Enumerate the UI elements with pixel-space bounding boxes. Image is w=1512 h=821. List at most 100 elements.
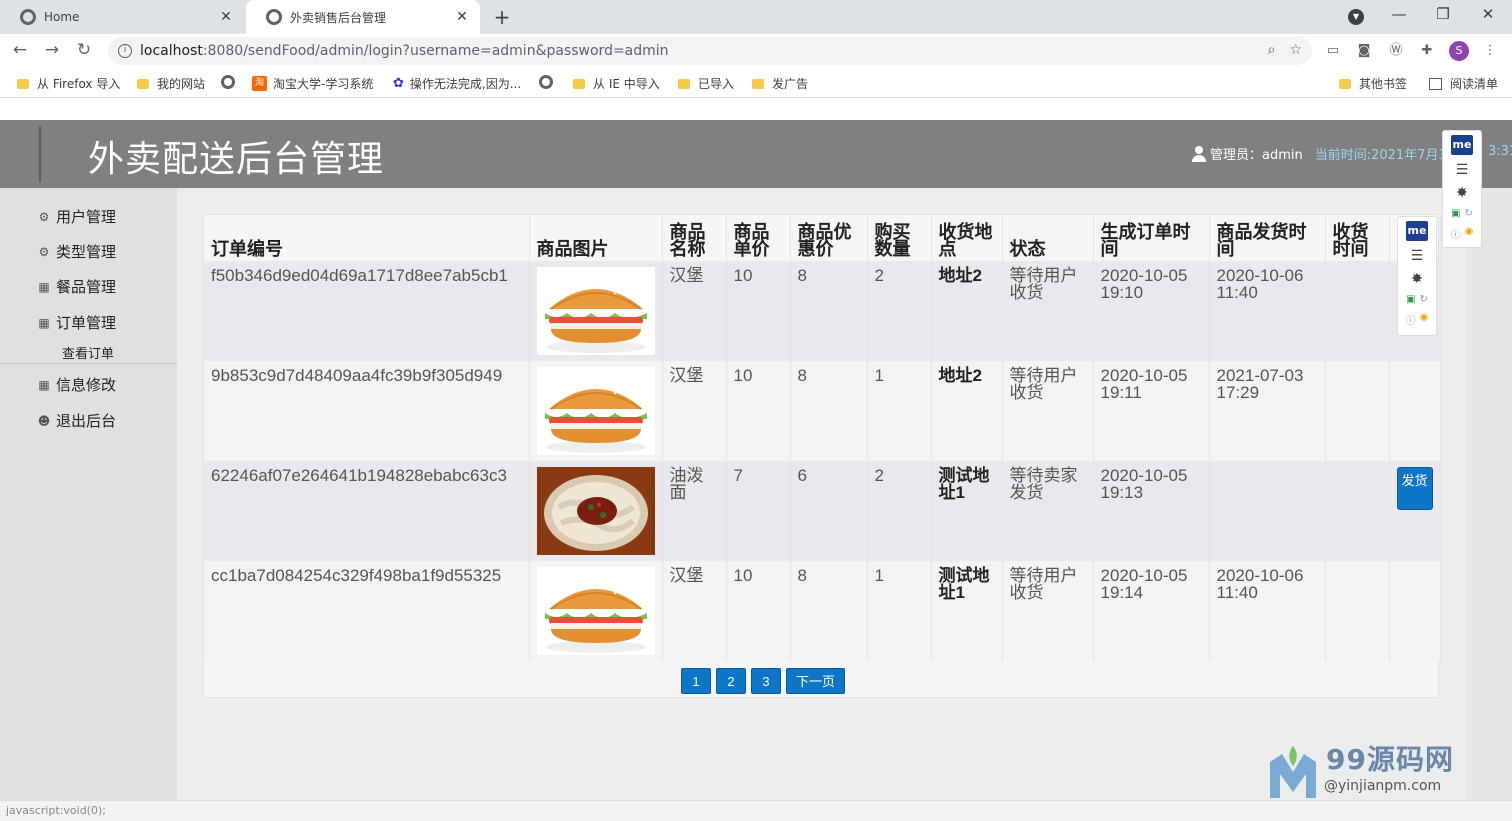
col-created: 生成订单时间 <box>1093 215 1210 261</box>
cell-address: 测试地址1 <box>931 461 1003 561</box>
cell-product-image <box>529 361 663 461</box>
restore-icon[interactable]: ❐ <box>1428 5 1458 23</box>
sidebar-item-label: 用户管理 <box>56 208 117 226</box>
user-info: 管理员：admin 当前时间:2021年7月3日 <box>1192 144 1460 163</box>
ship-button[interactable]: 发货 <box>1396 467 1433 510</box>
back-icon[interactable]: ← <box>8 40 32 60</box>
col-name: 商品名称 <box>662 215 727 261</box>
browser-tab-home[interactable]: Home ✕ <box>0 0 244 34</box>
app-header: 外卖配送后台管理 管理员：admin 当前时间:2021年7月3日 3:31 <box>0 120 1512 188</box>
me-extension-icon[interactable]: me <box>1406 221 1428 241</box>
cell-shipped-time: 2021-07-03 17:29 <box>1209 361 1326 461</box>
refresh-icon[interactable]: ↻ <box>1465 208 1473 219</box>
info-icon[interactable]: i <box>118 44 132 58</box>
grid-icon: ▦ <box>38 315 50 330</box>
cell-unit-price: 10 <box>726 561 791 661</box>
sidebar-subitem-view-orders[interactable]: 查看订单 <box>62 343 114 362</box>
menu-icon[interactable]: ☰ <box>1456 162 1469 178</box>
forward-icon[interactable]: → <box>40 40 64 60</box>
bookmark-other[interactable]: 其他书签 <box>1339 75 1407 92</box>
cell-quantity: 2 <box>867 261 932 361</box>
eye-icon[interactable]: ◉ <box>1465 226 1474 241</box>
sidebar-item-label: 类型管理 <box>56 243 117 261</box>
menu-dots-icon[interactable]: ⋮ <box>1481 42 1499 60</box>
profile-avatar[interactable]: S <box>1449 41 1469 61</box>
right-strip <box>1466 188 1512 800</box>
bookmark-imported[interactable]: 已导入 <box>678 75 734 92</box>
bookmark-baidu[interactable]: ✿ 操作无法完成,因为... <box>393 75 521 92</box>
browser-tab-admin[interactable]: 外卖销售后台管理 ✕ <box>246 0 480 34</box>
globe-icon <box>266 9 282 25</box>
tab-label: Home <box>44 10 80 24</box>
watermark-sub: @yinjianpm.com <box>1324 778 1442 794</box>
sidebar-item-info[interactable]: ▦ 信息修改 <box>36 374 116 395</box>
cell-action <box>1389 561 1441 661</box>
close-icon[interactable]: ✕ <box>218 9 234 25</box>
sidebar-item-orders[interactable]: ▦ 订单管理 <box>36 312 116 333</box>
sidebar-item-label: 餐品管理 <box>56 278 117 296</box>
page-1-button[interactable]: 1 <box>681 668 711 694</box>
sidebar-item-meals[interactable]: ▦ 餐品管理 <box>36 276 116 297</box>
reading-list[interactable]: 阅读清单 <box>1429 75 1498 92</box>
puzzle-icon[interactable]: ✚ <box>1418 42 1436 60</box>
header-divider <box>39 126 41 182</box>
bookmark-taobao[interactable]: 淘淘宝大学-学习系统 <box>252 75 373 92</box>
refresh-icon[interactable]: ↻ <box>1420 294 1428 305</box>
new-tab-button[interactable]: + <box>490 5 514 29</box>
me-extension-icon[interactable]: me <box>1451 135 1473 155</box>
cell-product-name: 汉堡 <box>662 361 727 461</box>
cell-received-time <box>1325 261 1390 361</box>
bookmark-globe-2[interactable] <box>539 75 559 89</box>
bookmark-ie[interactable]: 从 IE 中导入 <box>573 75 660 92</box>
cell-product-name: 汉堡 <box>662 261 727 361</box>
screen-icon[interactable]: ▣ <box>1406 294 1415 305</box>
bookmark-ads[interactable]: 发广告 <box>752 75 808 92</box>
paw-icon: ✿ <box>393 76 404 91</box>
tab-search-icon[interactable]: ▼ <box>1348 9 1364 25</box>
reload-icon[interactable]: ↻ <box>72 40 96 60</box>
page-3-button[interactable]: 3 <box>751 668 781 694</box>
next-page-button[interactable]: 下一页 <box>786 668 846 694</box>
sidebar-item-label: 退出后台 <box>56 412 117 430</box>
page-top-gap <box>0 98 1512 120</box>
camera-icon[interactable]: ◙ <box>1355 42 1373 60</box>
bookmark-globe-1[interactable] <box>221 75 241 89</box>
url-field[interactable]: i localhost:8080/sendFood/admin/login?us… <box>108 37 1312 65</box>
cell-status: 等待用户收货 <box>1002 361 1094 461</box>
screen-icon[interactable]: ▣ <box>1451 208 1460 219</box>
cell-product-image <box>529 261 663 361</box>
watermark-logo <box>1270 746 1316 798</box>
zoom-icon[interactable]: ⌕ <box>1268 42 1276 58</box>
cell-quantity: 1 <box>867 561 932 661</box>
current-time-tail: 3:31 <box>1488 144 1512 159</box>
folder-icon <box>573 78 585 89</box>
alert-icon[interactable]: ⓘ <box>1451 226 1461 241</box>
burger-image <box>536 267 655 355</box>
menu-icon[interactable]: ☰ <box>1411 248 1424 264</box>
user-icon <box>1192 145 1206 162</box>
url-host: localhost <box>140 43 203 59</box>
col-received: 收货时间 <box>1325 215 1390 261</box>
w-extension-icon[interactable]: Ⓦ <box>1387 42 1405 60</box>
sidebar-item-types[interactable]: ⚙ 类型管理 <box>36 241 116 262</box>
magic-wand-icon[interactable]: ✸ <box>1411 271 1423 287</box>
cell-created-time: 2020-10-05 19:10 <box>1093 261 1210 361</box>
page-2-button[interactable]: 2 <box>716 668 746 694</box>
star-icon[interactable]: ☆ <box>1289 42 1302 58</box>
cell-status: 等待用户收货 <box>1002 561 1094 661</box>
cell-action: 发货 <box>1389 461 1441 561</box>
bookmark-mysite[interactable]: 我的网站 <box>137 75 205 92</box>
col-order-id: 订单编号 <box>204 215 530 261</box>
cast-icon[interactable]: ▭ <box>1324 42 1342 60</box>
close-icon[interactable]: ✕ <box>454 9 470 25</box>
globe-icon <box>221 75 235 89</box>
magic-wand-icon[interactable]: ✸ <box>1456 185 1468 201</box>
window-close-icon[interactable]: ✕ <box>1473 5 1503 23</box>
bookmark-label: 淘宝大学-学习系统 <box>273 77 374 91</box>
sidebar-item-logout[interactable]: ☻ 退出后台 <box>36 410 116 431</box>
sidebar-item-users[interactable]: ⚙ 用户管理 <box>36 206 116 227</box>
minimize-icon[interactable]: — <box>1384 5 1414 23</box>
alert-icon[interactable]: ⓘ <box>1406 312 1416 327</box>
bookmark-firefox[interactable]: 从 Firefox 导入 <box>17 75 120 92</box>
eye-icon[interactable]: ◉ <box>1420 312 1429 327</box>
